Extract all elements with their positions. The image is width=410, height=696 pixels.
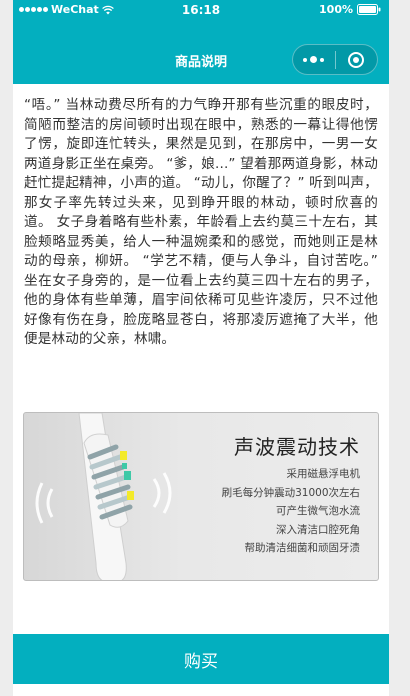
dot-icon [310, 56, 318, 63]
battery-percent: 100% [319, 3, 353, 16]
feature-item: 深入清洁口腔死角 [276, 523, 360, 536]
feature-item: 帮助清洁细菌和顽固牙渍 [244, 542, 361, 554]
more-menu-button[interactable] [293, 45, 335, 74]
product-description: “唔。” 当林动费尽所有的力气睁开那有些沉重的眼皮时，简陋而整洁的房间顿时出现在… [13, 84, 389, 634]
status-bar: WeChat 16:18 100% [13, 0, 389, 20]
buy-button[interactable]: 购买 [13, 634, 389, 684]
dot-icon [303, 57, 308, 62]
feature-item: 刷毛每分钟震动31000次左右 [221, 486, 360, 499]
feature-list: 采用磁悬浮电机 刷毛每分钟震动31000次左右 可产生微气泡水流 深入清洁口腔死… [222, 465, 360, 558]
product-banner-image: 声波震动技术 采用磁悬浮电机 刷毛每分钟震动31000次左右 可产生微气泡水流 … [23, 412, 379, 581]
mini-program-capsule [292, 44, 378, 75]
phone-screen: WeChat 16:18 100% 商品说明 “唔。” 当林动费尽所有的力气睁开… [13, 0, 389, 696]
dot-icon [320, 57, 325, 62]
target-icon [348, 51, 365, 68]
feature-item: 采用磁悬浮电机 [286, 468, 361, 480]
banner-title: 声波震动技术 [234, 435, 360, 459]
battery-icon [357, 4, 381, 15]
toothbrush-icon [35, 413, 172, 580]
close-mini-program-button[interactable] [335, 45, 377, 74]
navigation-bar: 商品说明 [13, 20, 389, 84]
status-right: 100% [319, 3, 381, 16]
feature-item: 可产生微气泡水流 [276, 505, 360, 517]
description-text: “唔。” 当林动费尽所有的力气睁开那有些沉重的眼皮时，简陋而整洁的房间顿时出现在… [24, 97, 378, 347]
